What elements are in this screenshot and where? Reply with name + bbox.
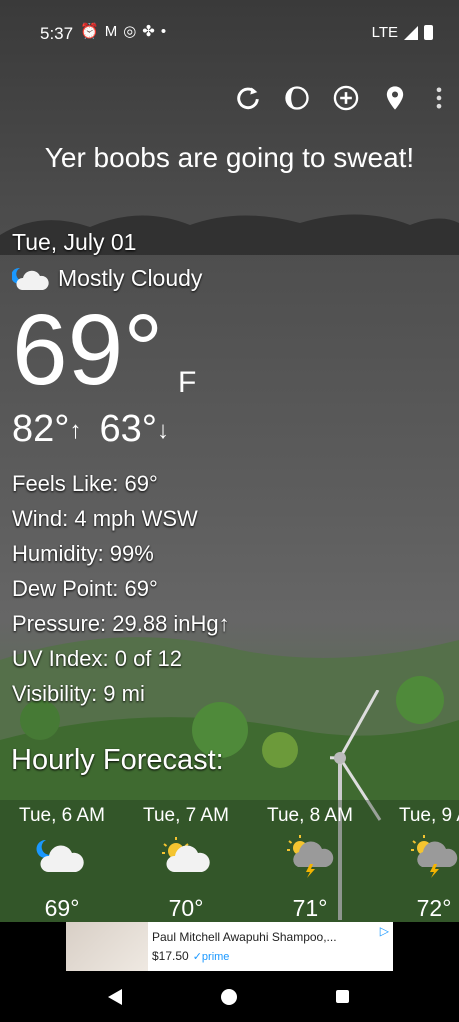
low-arrow-icon: ↓ <box>156 416 169 444</box>
location-button[interactable] <box>370 80 419 116</box>
hourly-item[interactable]: Tue, 9 A 72° <box>372 800 459 922</box>
alarm-icon: ⏰ <box>80 23 105 40</box>
high-value: 82° <box>12 408 70 450</box>
notification-icons: ⏰M◎✤• <box>80 22 172 40</box>
hour-time: Tue, 7 AM <box>143 805 229 826</box>
ad-price: $17.50 ✓prime <box>152 949 229 963</box>
navigation-bar <box>0 972 459 1022</box>
current-condition: Mostly Cloudy <box>12 265 202 292</box>
refresh-button[interactable] <box>223 80 272 116</box>
hour-temp: 72° <box>416 895 452 921</box>
back-button[interactable] <box>108 989 122 1005</box>
wind: Wind: 4 mph WSW <box>12 506 198 531</box>
humidity: Humidity: 99% <box>12 541 154 566</box>
sun-cloud-icon <box>162 837 210 872</box>
weather-details: Feels Like: 69° Wind: 4 mph WSW Humidity… <box>12 466 230 711</box>
high-arrow-icon: ↑ <box>69 416 82 444</box>
moon-phase-icon <box>284 86 309 110</box>
ad-price-value: $17.50 <box>152 949 189 963</box>
status-bar: 5:37 ⏰M◎✤• LTE <box>0 0 459 66</box>
visibility: Visibility: 9 mi <box>12 681 145 706</box>
weather-quip: Yer boobs are going to sweat! <box>44 142 415 173</box>
refresh-icon <box>236 87 259 110</box>
hourly-item[interactable]: Tue, 6 AM 69° <box>0 800 124 922</box>
hour-temp: 71° <box>292 895 328 921</box>
feels-like: Feels Like: 69° <box>12 471 158 496</box>
prime-badge: ✓prime <box>192 951 230 963</box>
add-location-button[interactable] <box>321 80 370 116</box>
condition-label: Mostly Cloudy <box>58 265 203 291</box>
night-cloud-icon <box>12 267 49 290</box>
uv-index: UV Index: 0 of 12 <box>12 646 182 671</box>
location-pin-icon <box>386 86 403 110</box>
high-low: 82°↑ 63°↓ <box>12 408 169 451</box>
status-time: 5:37 <box>40 24 74 43</box>
dew-point: Dew Point: 69° <box>12 576 158 601</box>
ad-banner[interactable]: Paul Mitchell Awapuhi Shampoo,... $17.50… <box>66 922 393 971</box>
low-temp: 63°↓ <box>99 408 168 451</box>
current-temperature: 69° <box>12 294 164 406</box>
hour-temp: 69° <box>44 895 80 921</box>
dot-icon: • <box>160 23 173 40</box>
night-cloud-icon <box>36 839 84 872</box>
sun-thunderstorm-icon <box>287 835 334 878</box>
temperature-unit: F <box>178 366 197 399</box>
status-right: LTE <box>372 24 433 41</box>
overflow-menu-button[interactable] <box>419 80 459 116</box>
add-location-icon <box>333 85 358 111</box>
hourly-item[interactable]: Tue, 7 AM 70° <box>124 800 248 922</box>
network-label: LTE <box>371 24 398 41</box>
overflow-menu-icon <box>436 87 442 109</box>
hourly-item[interactable]: Tue, 8 AM 71° <box>248 800 372 922</box>
hour-time: Tue, 9 A <box>398 805 459 826</box>
signal-icon <box>404 25 418 40</box>
high-temp: 82°↑ <box>12 408 81 451</box>
hour-temp: 70° <box>168 895 204 921</box>
pressure: Pressure: 29.88 inHg↑ <box>12 611 230 636</box>
hour-time: Tue, 8 AM <box>267 805 353 826</box>
moon-phase-button[interactable] <box>272 80 321 116</box>
hour-time: Tue, 6 AM <box>19 805 105 826</box>
hourly-forecast-title: Hourly Forecast: <box>11 744 224 776</box>
recents-button[interactable] <box>336 990 349 1003</box>
toolbar <box>223 80 459 116</box>
ad-title: Paul Mitchell Awapuhi Shampoo,... <box>152 930 337 944</box>
home-button[interactable] <box>221 989 237 1005</box>
current-date: Tue, July 01 <box>12 229 137 255</box>
weather-background <box>0 0 459 922</box>
low-value: 63° <box>99 408 157 450</box>
gmail-icon: M <box>104 23 124 40</box>
ad-choices-icon[interactable]: ▷ <box>380 924 389 938</box>
hourly-forecast-strip[interactable]: Tue, 6 AM 69° Tue, 7 AM 70° Tue, 8 AM 71… <box>0 800 459 922</box>
ad-product-image <box>66 922 148 971</box>
sun-thunderstorm-icon <box>411 835 458 878</box>
instagram-icon: ◎ <box>123 23 143 40</box>
pinwheel-icon: ✤ <box>142 23 161 40</box>
battery-icon <box>424 25 433 40</box>
